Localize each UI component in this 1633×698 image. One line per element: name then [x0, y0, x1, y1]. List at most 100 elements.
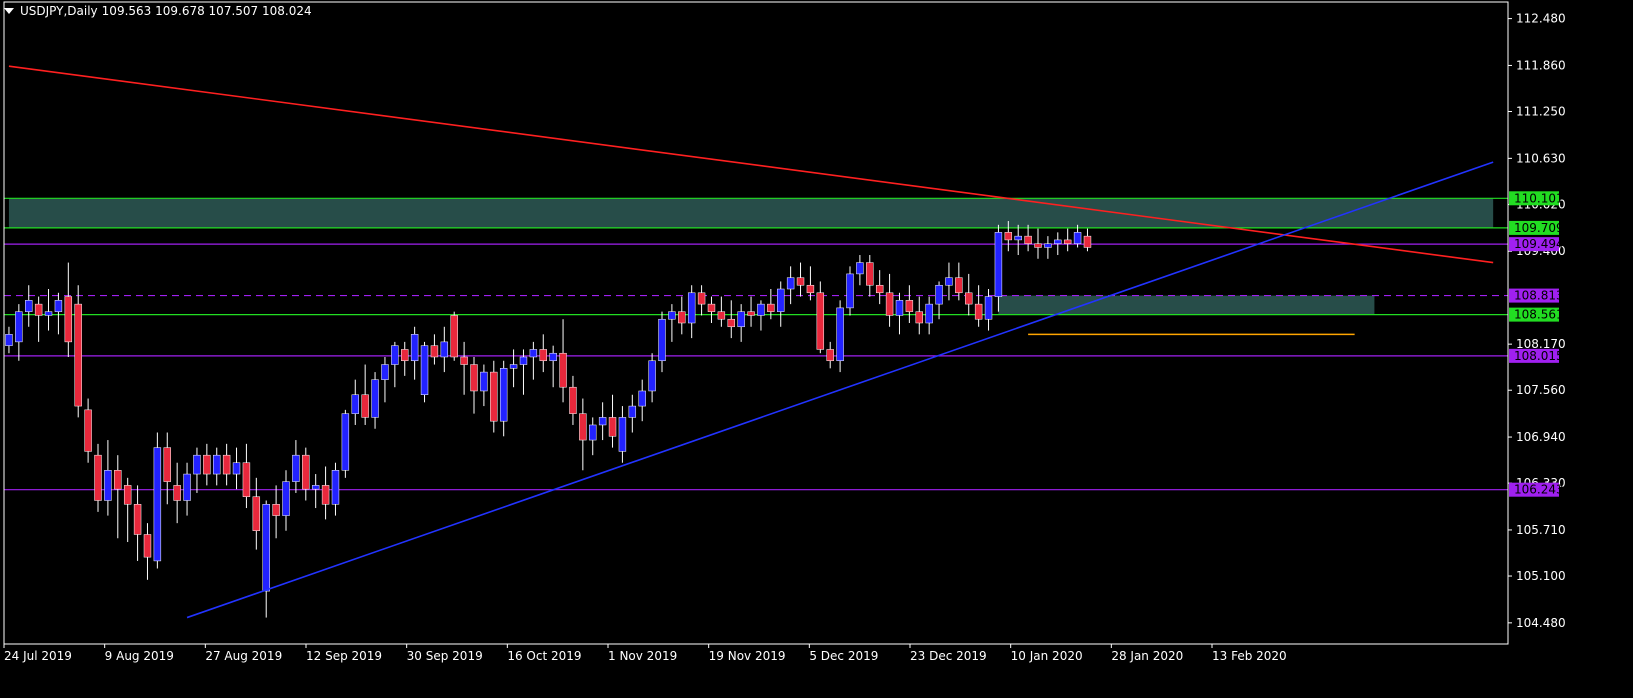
candle-body [668, 311, 676, 320]
candle-body [925, 303, 933, 324]
candle-body [282, 481, 290, 516]
candle-body [1014, 235, 1022, 241]
x-tick-label: 10 Jan 2020 [1011, 649, 1083, 663]
candle-body [1044, 243, 1052, 248]
candle-body [143, 534, 152, 558]
candle-body [331, 470, 340, 505]
candle-body [866, 262, 874, 286]
candle-body [618, 417, 627, 452]
candle-body [153, 447, 162, 562]
candle-body [786, 277, 795, 290]
candle-body [955, 277, 963, 294]
zone-rect-0 [8, 198, 1494, 228]
candle-body [232, 462, 241, 475]
candle-body [222, 454, 231, 475]
candle-body [589, 424, 597, 441]
candle-body [203, 454, 211, 475]
x-tick-label: 13 Feb 2020 [1212, 649, 1287, 663]
level-label: 108.015 [1514, 349, 1564, 363]
level-label: 108.561 [1514, 308, 1564, 322]
candle-body [885, 292, 894, 316]
candle-body [608, 417, 617, 437]
chart-header: USDJPY,Daily 109.563 109.678 107.507 108… [4, 4, 312, 18]
candle-body [905, 300, 914, 312]
x-tick-label: 12 Sep 2019 [306, 649, 382, 663]
candle-body [450, 315, 458, 358]
candle-body [133, 504, 142, 535]
candle-body [272, 504, 280, 516]
candle-body [648, 360, 656, 392]
candle-body [104, 470, 112, 501]
chart-window[interactable]: 112.480111.860111.250110.630110.020109.4… [0, 0, 1633, 694]
x-tick-label: 19 Nov 2019 [709, 649, 786, 663]
candle-body [341, 413, 350, 471]
candle-body [252, 496, 261, 531]
x-tick-label: 16 Oct 2019 [507, 649, 581, 663]
candle-body [361, 394, 369, 418]
candle-body [470, 364, 478, 392]
candle-body [480, 371, 488, 392]
zone-rect-1 [998, 295, 1375, 315]
candle-body [420, 345, 429, 396]
x-tick-label: 28 Jan 2020 [1111, 649, 1183, 663]
candle-body [984, 296, 993, 320]
x-tick-label: 5 Dec 2019 [809, 649, 878, 663]
candle-body [658, 318, 666, 362]
candle-body [549, 352, 557, 362]
candle-body [707, 303, 716, 312]
candle-body [539, 349, 547, 362]
candle-body [638, 390, 646, 407]
candle-body [84, 409, 92, 452]
candle-body [895, 300, 904, 316]
candle-body [1073, 232, 1082, 244]
candle-body [875, 284, 884, 294]
candle-body [678, 311, 686, 324]
candle-body [311, 485, 320, 490]
candle-body [262, 504, 270, 592]
candle-body [410, 334, 419, 362]
candle-body [460, 356, 468, 365]
candle-body [5, 334, 13, 346]
candle-body [430, 345, 439, 358]
candle-body [757, 303, 765, 316]
candle-body [1063, 239, 1072, 244]
candle-body [836, 307, 844, 362]
price-chart[interactable]: 112.480111.860111.250110.630110.020109.4… [0, 0, 1633, 694]
candle-body [687, 292, 696, 324]
x-tick-label: 24 Jul 2019 [4, 649, 72, 663]
candle-body [974, 303, 983, 320]
candle-body [94, 454, 102, 501]
candle-body [302, 454, 310, 490]
candle-body [1054, 239, 1062, 244]
candle-body [163, 447, 171, 482]
candle-body [371, 379, 379, 418]
candle-body [401, 349, 409, 362]
candle-body [826, 349, 834, 362]
candle-body [559, 352, 567, 388]
level-label: 110.101 [1514, 191, 1564, 205]
y-tick-label: 110.630 [1516, 151, 1566, 165]
candle-body [34, 303, 43, 316]
candle-body [915, 311, 923, 324]
candle-body [727, 318, 735, 328]
candle-body [935, 284, 943, 305]
candle-body [440, 341, 449, 358]
candle-body [965, 292, 973, 305]
candle-body [717, 311, 726, 320]
dropdown-triangle-icon[interactable] [4, 8, 14, 14]
candle-body [1004, 232, 1013, 241]
x-tick-label: 27 Aug 2019 [205, 649, 282, 663]
candle-body [74, 303, 82, 407]
y-tick-label: 105.710 [1516, 523, 1566, 537]
y-tick-label: 112.480 [1516, 12, 1566, 26]
candle-body [816, 292, 825, 350]
x-tick-label: 23 Dec 2019 [910, 649, 987, 663]
candle-body [796, 277, 805, 286]
level-label: 108.813 [1514, 289, 1564, 303]
candle-body [183, 473, 191, 501]
y-tick-label: 111.250 [1516, 105, 1566, 119]
candle-body [25, 300, 33, 312]
candle-body [123, 485, 132, 505]
candle-body [579, 413, 587, 441]
candle-body [242, 462, 251, 497]
